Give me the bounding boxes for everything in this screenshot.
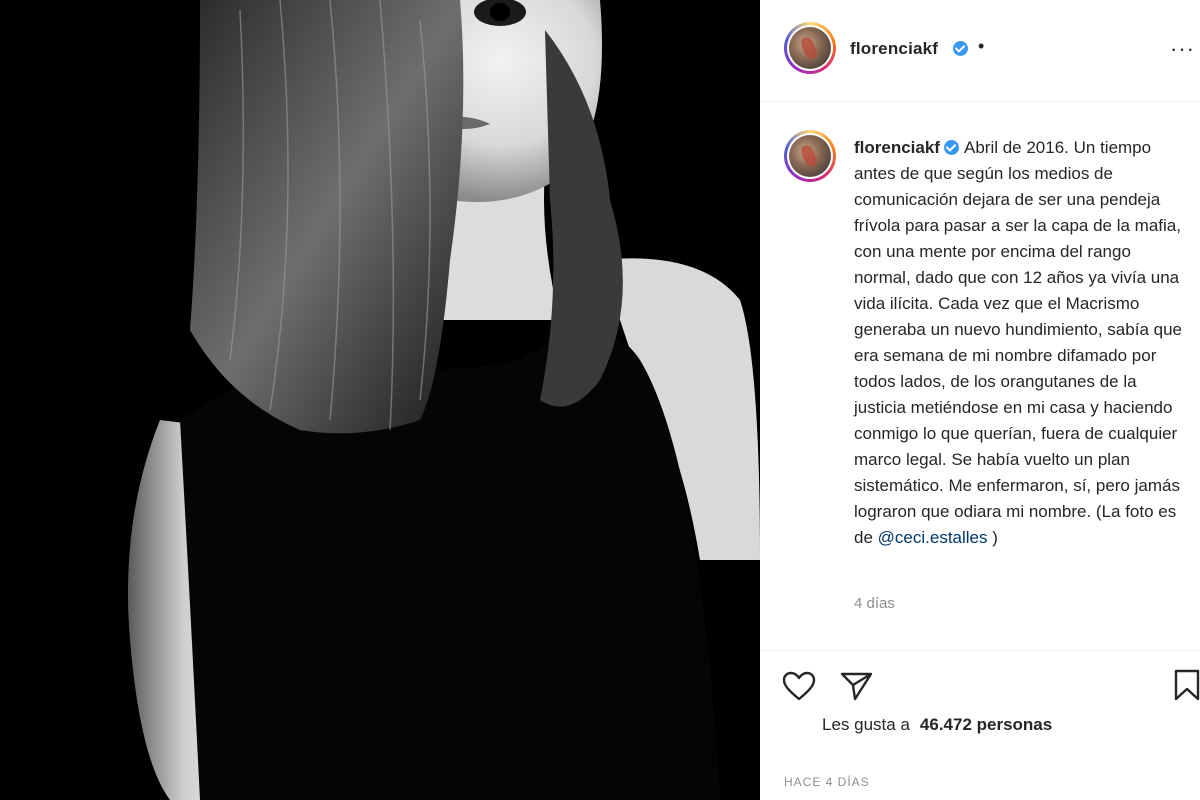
likes-summary: Les gusta a 46.472 personas	[822, 715, 1052, 735]
likes-prefix: Les gusta a	[822, 715, 910, 734]
portrait-image	[0, 0, 760, 800]
post-date: HACE 4 DÍAS	[784, 775, 870, 789]
paper-plane-icon[interactable]	[840, 671, 874, 706]
caption-text: florenciakf Abril de 2016. Un tiempo ante…	[854, 135, 1184, 551]
post-detail-panel: florenciakf • ··· florenciakf Abril de 20…	[760, 0, 1200, 800]
verified-badge-icon	[943, 140, 959, 155]
more-options-icon[interactable]: ···	[1170, 36, 1195, 62]
caption-avatar[interactable]	[784, 130, 836, 182]
profile-avatar[interactable]	[784, 22, 836, 74]
post-header: florenciakf • ···	[760, 0, 1200, 102]
caption-end: )	[992, 528, 998, 547]
header-separator: •	[978, 36, 985, 56]
bookmark-icon[interactable]	[1174, 669, 1200, 706]
heart-icon[interactable]	[782, 671, 816, 706]
header-username[interactable]: florenciakf	[850, 39, 938, 59]
caption-time-ago[interactable]: 4 días	[854, 595, 895, 612]
post-photo[interactable]	[0, 0, 760, 800]
post-actions: Les gusta a 46.472 personas HACE 4 DÍAS	[760, 650, 1200, 800]
likes-count[interactable]: 46.472 personas	[920, 715, 1052, 734]
caption-username[interactable]: florenciakf	[854, 138, 940, 157]
caption-mention-link[interactable]: @ceci.estalles	[878, 528, 988, 547]
caption-section: florenciakf Abril de 2016. Un tiempo ante…	[760, 102, 1200, 650]
avatar-image	[789, 135, 831, 177]
caption-body: Abril de 2016. Un tiempo antes de que se…	[854, 138, 1182, 547]
verified-badge-icon	[953, 41, 968, 56]
avatar-image	[789, 27, 831, 69]
